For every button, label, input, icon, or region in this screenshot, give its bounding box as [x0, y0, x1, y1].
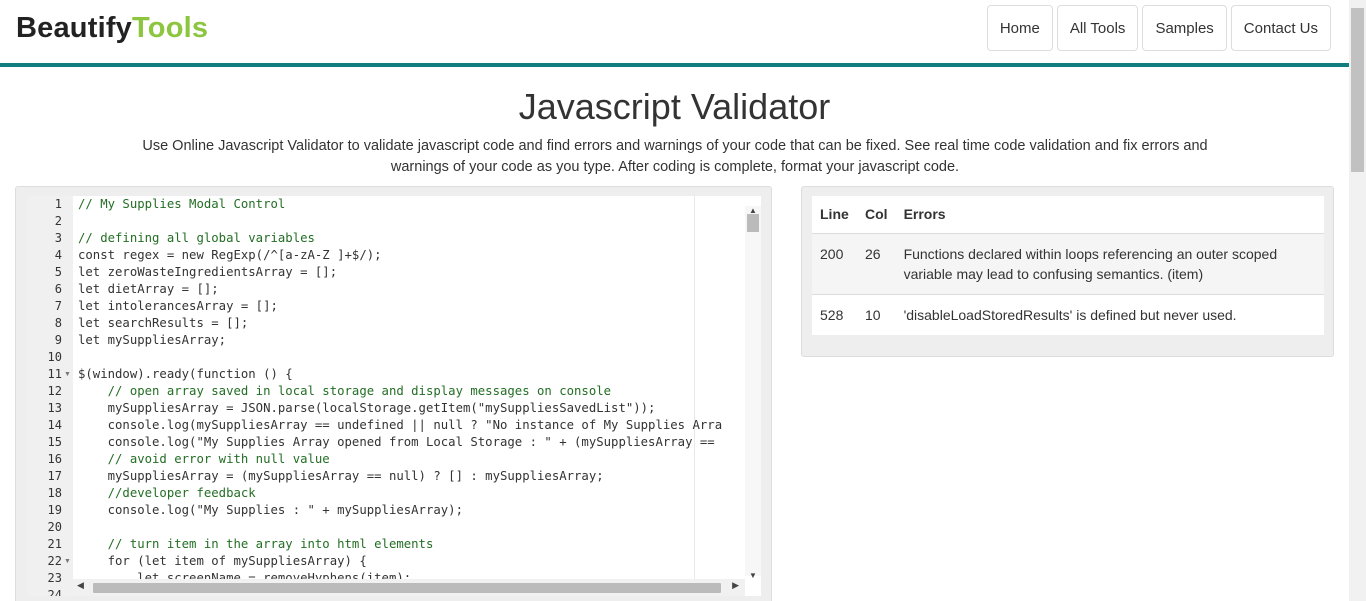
line-number: 12 — [47, 384, 62, 398]
scroll-down-arrow-icon[interactable]: ▼ — [749, 571, 757, 580]
line-number: 10 — [47, 350, 62, 364]
error-row[interactable]: 528 10 'disableLoadStoredResults' is def… — [812, 293, 1324, 335]
code-line[interactable]: // My Supplies Modal Control — [78, 196, 285, 213]
errors-table: Line Col Errors 200 26 Functions declare… — [812, 196, 1324, 335]
line-number: 20 — [47, 520, 62, 534]
page: BeautifyTools Home All Tools Samples Con… — [0, 0, 1366, 601]
code-line[interactable]: // turn item in the array into html elem… — [78, 536, 434, 553]
nav-home-button[interactable]: Home — [986, 5, 1053, 51]
editor-horizontal-scrollbar[interactable]: ◀ ▶ — [73, 579, 745, 596]
code-line[interactable]: // avoid error with null value — [78, 451, 330, 468]
line-number: 15 — [47, 435, 62, 449]
error-line: 528 — [812, 293, 857, 335]
code-line[interactable]: //developer feedback — [78, 485, 256, 502]
line-number: 23 — [47, 571, 62, 585]
line-number: 18 — [47, 486, 62, 500]
error-line: 200 — [812, 232, 857, 294]
main-nav: Home All Tools Samples Contact Us — [986, 5, 1331, 51]
line-number: 14 — [47, 418, 62, 432]
page-scrollbar[interactable] — [1349, 0, 1366, 601]
line-number: 9 — [54, 333, 62, 347]
code-line[interactable]: mySuppliesArray = (mySuppliesArray == nu… — [78, 468, 604, 485]
code-line[interactable]: let dietArray = []; — [78, 281, 219, 298]
line-number: 4 — [54, 248, 62, 262]
line-number: 17 — [47, 469, 62, 483]
logo-text-secondary: Tools — [132, 12, 209, 44]
line-number: 8 — [54, 316, 62, 330]
error-col: 10 — [857, 293, 896, 335]
code-line[interactable]: let mySuppliesArray; — [78, 332, 226, 349]
error-col: 26 — [857, 232, 896, 294]
line-number: 2 — [54, 214, 62, 228]
line-number: 22 — [47, 554, 62, 568]
page-title: Javascript Validator — [518, 86, 831, 127]
fold-arrow-icon[interactable]: ▼ — [64, 366, 71, 383]
scroll-right-arrow-icon[interactable]: ▶ — [732, 580, 739, 591]
nav-contact-us-button[interactable]: Contact Us — [1230, 5, 1331, 51]
column-header-errors: Errors — [895, 196, 1324, 233]
code-line[interactable]: console.log("My Supplies Array opened fr… — [78, 434, 715, 451]
line-number: 1 — [54, 197, 62, 211]
nav-all-tools-button[interactable]: All Tools — [1056, 5, 1139, 51]
line-number: 11 — [47, 367, 62, 381]
code-line[interactable]: let searchResults = []; — [78, 315, 248, 332]
fold-arrow-icon[interactable]: ▼ — [64, 553, 71, 570]
code-editor[interactable]: 1 2 3 4 5 6 7 8 9 10 11 ▼ 12 13 14 15 16… — [27, 196, 761, 596]
error-row[interactable]: 200 26 Functions declared within loops r… — [812, 232, 1324, 294]
line-number: 13 — [47, 401, 62, 415]
code-line[interactable]: let zeroWasteIngredientsArray = []; — [78, 264, 337, 281]
page-scrollbar-thumb[interactable] — [1351, 8, 1364, 172]
errors-table-header: Line Col Errors — [812, 196, 1324, 233]
error-message: Functions declared within loops referenc… — [895, 232, 1324, 294]
code-line[interactable]: let intolerancesArray = []; — [78, 298, 278, 315]
line-number: 6 — [54, 282, 62, 296]
line-number: 5 — [54, 265, 62, 279]
page-description: Use Online Javascript Validator to valid… — [142, 138, 1208, 175]
line-number: 19 — [47, 503, 62, 517]
column-header-line: Line — [812, 196, 857, 233]
line-number: 7 — [54, 299, 62, 313]
print-margin — [694, 196, 695, 596]
code-line[interactable]: mySuppliesArray = JSON.parse(localStorag… — [78, 400, 656, 417]
code-line[interactable]: $(window).ready(function () { — [78, 366, 293, 383]
error-message: 'disableLoadStoredResults' is defined bu… — [895, 293, 1324, 335]
code-line[interactable]: for (let item of mySuppliesArray) { — [78, 553, 367, 570]
logo[interactable]: BeautifyTools — [16, 12, 208, 45]
column-header-col: Col — [857, 196, 896, 233]
editor-vertical-scrollbar[interactable]: ▲ ▼ — [745, 206, 761, 580]
header-divider — [0, 63, 1349, 67]
editor-gutter: 1 2 3 4 5 6 7 8 9 10 11 ▼ 12 13 14 15 16… — [27, 196, 73, 596]
code-line[interactable]: console.log("My Supplies : " + mySupplie… — [78, 502, 463, 519]
code-line[interactable]: // defining all global variables — [78, 230, 315, 247]
editor-horizontal-scrollbar-thumb[interactable] — [93, 583, 721, 593]
line-number: 3 — [54, 231, 62, 245]
code-line[interactable]: console.log(mySuppliesArray == undefined… — [78, 417, 722, 434]
code-line[interactable]: // open array saved in local storage and… — [78, 383, 611, 400]
editor-vertical-scrollbar-thumb[interactable] — [747, 214, 759, 232]
line-number: 24 — [47, 588, 62, 596]
code-line[interactable]: const regex = new RegExp(/^[a-zA-Z ]+$/)… — [78, 247, 382, 264]
line-number: 21 — [47, 537, 62, 551]
nav-samples-button[interactable]: Samples — [1142, 5, 1227, 51]
logo-text-primary: Beautify — [16, 12, 133, 44]
scroll-left-arrow-icon[interactable]: ◀ — [77, 580, 84, 591]
header: BeautifyTools Home All Tools Samples Con… — [0, 0, 1349, 63]
line-number: 16 — [47, 452, 62, 466]
